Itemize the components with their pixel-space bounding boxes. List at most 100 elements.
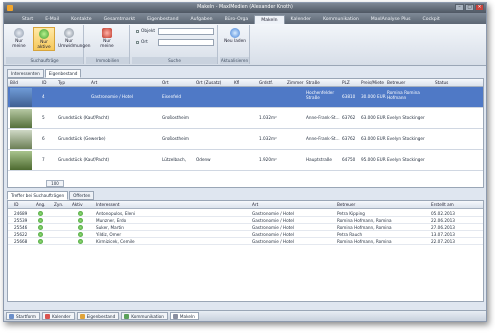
col-kfl[interactable]: Kfl — [234, 80, 239, 85]
tab-offerten[interactable]: Offerten — [69, 191, 95, 200]
ort-search-row: Ort — [136, 40, 148, 45]
col-status[interactable]: Status — [435, 80, 448, 85]
nur-meine-button[interactable]: Nur meine — [8, 27, 30, 49]
tab-kalender[interactable]: Kalender — [285, 15, 317, 24]
taskbar-makeln[interactable]: Makeln — [169, 312, 199, 320]
col-id[interactable]: ID — [42, 80, 46, 85]
ang-icon — [38, 232, 43, 237]
ort-checkbox[interactable] — [136, 41, 139, 44]
tab-eigenbestand-view[interactable]: Eigenbestand — [44, 69, 82, 78]
col-erstellt[interactable]: Erstellt am — [431, 202, 454, 207]
tab-makeln[interactable]: Makeln — [254, 15, 285, 24]
immobilien-nur-meine-button[interactable]: Nur meine — [96, 27, 118, 49]
col-ort-zusatz[interactable]: Ort (Zusatz) — [196, 80, 221, 85]
tab-aufgaben[interactable]: Aufgaben — [185, 15, 219, 24]
property-table: Bild ID Typ Art Ort Ort (Zusatz) Kfl Grd… — [7, 78, 484, 188]
table-row[interactable]: 25539 Munzner, Erdo Gastronomie / Hotel … — [8, 217, 483, 224]
table-row[interactable]: 7 Grundstück (Kauf/Pacht) Lützelbach, Od… — [8, 150, 483, 171]
col-id[interactable]: ID — [14, 202, 18, 207]
maximize-button[interactable]: □ — [465, 4, 474, 11]
nur-umwidmungen-button[interactable]: Nur Umwidmungen — [58, 27, 91, 49]
col-art[interactable]: Art — [252, 202, 258, 207]
col-betreuer[interactable]: Betreuer — [337, 202, 355, 207]
tab-start[interactable]: Start — [16, 15, 39, 24]
ribbon-group-label: Suche — [132, 57, 217, 64]
col-bild[interactable]: Bild — [10, 80, 18, 85]
taskbar-kalender[interactable]: Kalender — [42, 312, 75, 320]
objekt-checkbox[interactable] — [136, 30, 139, 33]
ang-icon — [38, 211, 43, 216]
property-thumbnail — [10, 151, 32, 170]
col-zyn[interactable]: Zyn. — [54, 202, 63, 207]
table-row[interactable]: 25668 Kirmizicek, Cemile Gastronomie / H… — [8, 238, 483, 245]
house-icon — [79, 313, 85, 319]
active-status-icon — [78, 232, 83, 237]
objekt-search-row: Objekt — [136, 29, 155, 34]
app-icon — [7, 5, 13, 11]
active-icon — [39, 29, 49, 39]
taskbar-eigenbestand[interactable]: Eigenbestand — [76, 312, 120, 320]
col-aktiv[interactable]: Aktiv — [72, 202, 83, 207]
ribbon-group-aktualisieren: Neu laden Aktualisieren — [220, 25, 250, 64]
table-row[interactable]: 6 Grundstück (Gewerbe) Großostheim 1.032… — [8, 129, 483, 150]
ribbon-group-immobilien: Nur meine Immobilien — [86, 25, 130, 64]
table-row[interactable]: 24689 Antonopulos, Eleni Gastronomie / H… — [8, 210, 483, 217]
tab-interessenten[interactable]: Interessenten — [7, 69, 44, 78]
ribbon-group-suche: Objekt Ort Suche — [132, 25, 218, 64]
tab-gesamtmarkt[interactable]: Gesamtmarkt — [98, 15, 142, 24]
communication-icon — [124, 313, 130, 319]
table-row[interactable]: 25622 Yildiz, Omer Gastronomie / Hotel P… — [8, 231, 483, 238]
ang-icon — [38, 218, 43, 223]
table-row[interactable]: 25546 Suker, Martin Gastronomie / Hotel … — [8, 224, 483, 231]
col-interessent[interactable]: Interessent — [96, 202, 120, 207]
app-window: Makeln - MaxIMedien (Alexander Knoth) – … — [3, 2, 487, 322]
tab-kommunikation[interactable]: Kommunikation — [317, 15, 365, 24]
ang-icon — [38, 225, 43, 230]
tab-treffer[interactable]: Treffer bei Suchaufträgen — [7, 191, 69, 200]
active-status-icon — [78, 218, 83, 223]
tab-buero-orga[interactable]: Büro-Orga — [219, 15, 255, 24]
matches-table: ID Ang. Zyn. Aktiv Interessent Art Betre… — [7, 200, 484, 302]
tab-kontakte[interactable]: Kontakte — [65, 15, 97, 24]
objekt-search-input[interactable] — [158, 28, 214, 35]
col-typ[interactable]: Typ — [58, 80, 65, 85]
makeln-icon — [172, 313, 178, 319]
taskbar-kommunikation[interactable]: Kommunikation — [121, 312, 168, 320]
col-grdstf[interactable]: Grdstf. — [259, 80, 273, 85]
conversion-icon — [64, 28, 74, 38]
startform-icon — [9, 313, 14, 319]
table-row[interactable]: 5 Grundstück (Kauf/Pacht) Großostheim 1.… — [8, 108, 483, 129]
tab-email[interactable]: E-Mail — [39, 15, 65, 24]
col-art[interactable]: Art — [91, 80, 97, 85]
col-ang[interactable]: Ang. — [36, 202, 46, 207]
col-plz[interactable]: PLZ — [342, 80, 350, 85]
menu-bar: Start E-Mail Kontakte Gesamtmarkt Eigenb… — [4, 13, 486, 24]
close-button[interactable]: ✕ — [475, 4, 484, 11]
tab-eigenbestand[interactable]: Eigenbestand — [141, 15, 184, 24]
col-strasse[interactable]: Straße — [306, 80, 320, 85]
ribbon-group-label: Aktualisieren — [220, 57, 249, 64]
table-row[interactable]: 4 Gastronomie / Hotel Eisenfeld Hochenfe… — [8, 87, 483, 108]
user-icon — [14, 28, 24, 38]
col-ort[interactable]: Ort — [162, 80, 169, 85]
col-zimmer[interactable]: Zimmer — [287, 80, 304, 85]
tab-maxianalyse[interactable]: MaxIAnalyse Plus — [365, 15, 417, 24]
ribbon-group-label: Immobilien — [86, 57, 129, 64]
ribbon-group-label: Suchaufträge — [6, 57, 83, 64]
nur-aktive-button[interactable]: Nur aktive — [33, 27, 55, 51]
window-taskbar: Startform Kalender Eigenbestand Kommunik… — [4, 310, 486, 321]
active-status-icon — [78, 239, 83, 244]
calendar-icon — [45, 313, 50, 319]
ribbon-group-suchauftraege: Nur meine Nur aktive Nur Umwidmungen Suc… — [6, 25, 91, 64]
detail-tabs: Treffer bei Suchaufträgen Offerten — [7, 191, 95, 200]
col-preis[interactable]: Preis/Miete — [361, 80, 384, 85]
minimize-button[interactable]: – — [455, 4, 464, 11]
active-status-icon — [78, 225, 83, 230]
ort-search-input[interactable] — [158, 39, 214, 46]
col-betreuer[interactable]: Betreuer — [387, 80, 405, 85]
neu-laden-button[interactable]: Neu laden — [224, 27, 246, 44]
tab-cockpit[interactable]: Cockpit — [417, 15, 446, 24]
property-thumbnail — [10, 88, 32, 107]
active-status-icon — [78, 211, 83, 216]
taskbar-startform[interactable]: Startform — [6, 312, 40, 320]
